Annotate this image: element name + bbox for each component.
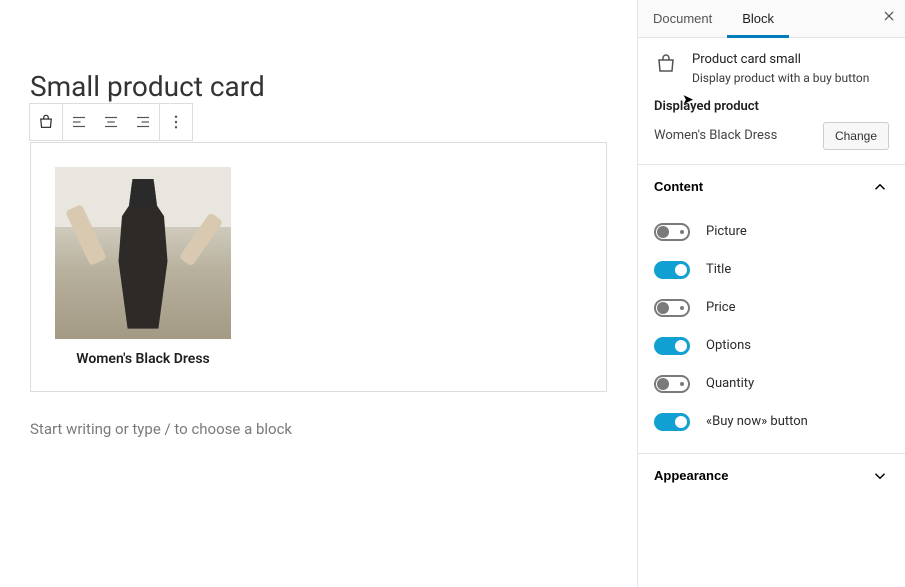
- product-card: Women's Black Dress: [55, 167, 231, 367]
- toggle-quantity[interactable]: [654, 375, 690, 393]
- align-right-button[interactable]: [127, 104, 159, 140]
- bag-icon: [37, 113, 55, 131]
- change-product-button[interactable]: Change: [823, 122, 889, 150]
- toggle-row-options: Options: [654, 327, 889, 365]
- more-options-button[interactable]: [160, 104, 192, 140]
- chevron-up-icon: [871, 178, 889, 196]
- product-image: [55, 167, 231, 339]
- appearance-section-toggle[interactable]: Appearance: [638, 454, 905, 498]
- toggle-picture[interactable]: [654, 223, 690, 241]
- appearance-section-title: Appearance: [654, 468, 728, 483]
- settings-sidebar: Document Block Product card small Displa…: [637, 0, 905, 587]
- align-center-button[interactable]: [95, 104, 127, 140]
- toggle-row-quantity: Quantity: [654, 365, 889, 403]
- align-right-icon: [134, 113, 152, 131]
- displayed-product-row: Women's Black Dress Change: [638, 122, 905, 164]
- toggle-buy-now[interactable]: [654, 413, 690, 431]
- tab-block[interactable]: Block: [727, 1, 789, 38]
- toggle-label-options: Options: [706, 338, 751, 353]
- toggle-row-picture: Picture: [654, 213, 889, 251]
- displayed-product-label: Displayed product: [638, 93, 905, 122]
- more-vertical-icon: [167, 113, 185, 131]
- block-type-button[interactable]: [30, 104, 62, 140]
- toggle-label-buy-now: «Buy now» button: [706, 414, 808, 429]
- content-toggles: Picture Title Price Options Quantity «Buy now…: [638, 209, 905, 453]
- toggle-label-title: Title: [706, 262, 731, 277]
- sidebar-panel: Product card small Display product with …: [638, 38, 905, 587]
- chevron-down-icon: [871, 467, 889, 485]
- align-left-button[interactable]: [63, 104, 95, 140]
- block-meta: Product card small Display product with …: [638, 38, 905, 93]
- product-card-block[interactable]: Women's Black Dress: [30, 142, 607, 392]
- block-meta-description: Display product with a buy button: [692, 71, 869, 87]
- toggle-label-quantity: Quantity: [706, 376, 754, 391]
- toggle-row-title: Title: [654, 251, 889, 289]
- toggle-row-price: Price: [654, 289, 889, 327]
- toggle-title[interactable]: [654, 261, 690, 279]
- displayed-product-value: Women's Black Dress: [654, 128, 777, 143]
- appearance-section: Appearance: [638, 453, 905, 498]
- toggle-label-picture: Picture: [706, 224, 747, 239]
- tab-document[interactable]: Document: [638, 0, 727, 37]
- close-icon: [882, 9, 896, 23]
- close-sidebar-button[interactable]: [873, 3, 905, 35]
- product-card-icon: [654, 52, 678, 76]
- align-center-icon: [102, 113, 120, 131]
- toggle-label-price: Price: [706, 300, 735, 315]
- toggle-options[interactable]: [654, 337, 690, 355]
- content-section-toggle[interactable]: Content: [638, 165, 905, 209]
- content-section-title: Content: [654, 179, 703, 194]
- product-title: Women's Black Dress: [55, 351, 231, 367]
- block-toolbar: [29, 103, 193, 141]
- editor-canvas: Small product card: [0, 0, 637, 587]
- toggle-price[interactable]: [654, 299, 690, 317]
- toggle-row-buy-now: «Buy now» button: [654, 403, 889, 441]
- new-block-placeholder[interactable]: Start writing or type / to choose a bloc…: [30, 420, 607, 438]
- align-left-icon: [70, 113, 88, 131]
- content-section: Content Picture Title Price Options Quantity…: [638, 164, 905, 453]
- page-title[interactable]: Small product card: [30, 70, 607, 104]
- sidebar-tabs: Document Block: [638, 0, 905, 38]
- block-meta-title: Product card small: [692, 52, 869, 67]
